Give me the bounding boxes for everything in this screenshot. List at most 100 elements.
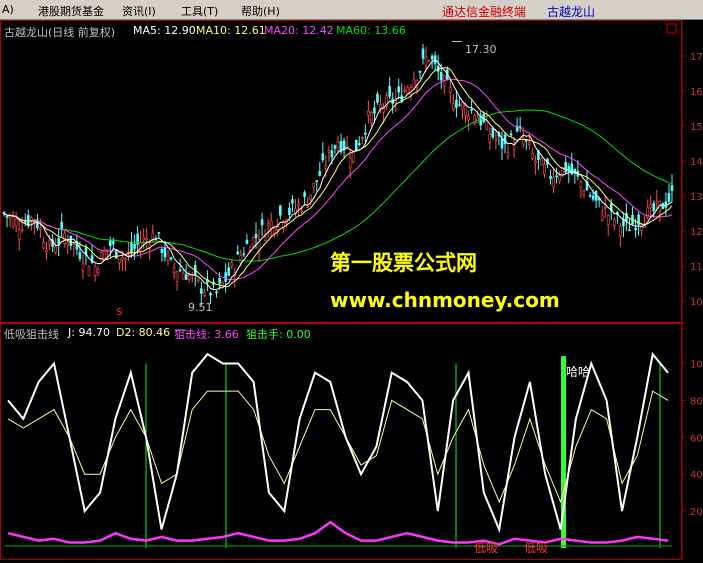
- candle-body: [118, 258, 121, 264]
- candle-body: [215, 291, 218, 294]
- menu-item-a[interactable]: A): [2, 3, 14, 16]
- candle-body: [491, 127, 495, 138]
- candle-body: [124, 258, 127, 261]
- candle-body: [619, 225, 622, 237]
- candle-body: [218, 277, 221, 284]
- candle-body: [236, 251, 240, 255]
- candle-body: [45, 249, 48, 253]
- menu-bar: A) 港股期货基金 资讯(I) 工具(T) 帮助(H) 通达信金融终端 古越龙山: [0, 0, 703, 20]
- candle-body: [449, 87, 452, 93]
- candle-body: [424, 57, 428, 66]
- candle-body: [509, 133, 513, 136]
- candle-body: [452, 103, 455, 111]
- candle-body: [23, 221, 27, 223]
- ind-tick-label: 20: [690, 507, 703, 518]
- candle-body: [291, 199, 294, 204]
- candle-body: [591, 195, 595, 200]
- watermark-title: 第一股票公式网: [330, 251, 477, 275]
- candle-body: [300, 210, 303, 212]
- candle-body: [108, 240, 112, 247]
- indicator-title: 低吸狙击线: [4, 328, 59, 341]
- menu-item-help[interactable]: 帮助(H): [241, 3, 280, 19]
- candle-body: [254, 233, 258, 239]
- candle-body: [330, 150, 334, 158]
- candle-body: [357, 143, 361, 146]
- restore-icon[interactable]: [666, 23, 677, 34]
- candle-body: [640, 224, 643, 231]
- candle-body: [421, 48, 425, 59]
- candle-body: [606, 215, 610, 225]
- candle-body: [181, 272, 185, 280]
- candle-body: [613, 219, 616, 226]
- candle-body: [370, 112, 373, 124]
- candle-body: [20, 228, 24, 231]
- ind-tick-label: 60: [690, 433, 703, 444]
- candle-body: [230, 262, 234, 267]
- candle-body: [5, 216, 9, 218]
- candle-body: [163, 247, 167, 258]
- candle-body: [102, 250, 106, 261]
- price-tick-label: 13: [690, 192, 703, 203]
- candle-body: [427, 60, 431, 62]
- ind-tick-label: 100: [690, 359, 703, 370]
- snipe-line: [7, 520, 669, 546]
- candle-body: [582, 190, 586, 195]
- candle-body: [521, 137, 525, 145]
- candle-body: [221, 281, 224, 286]
- candle-body: [464, 104, 467, 116]
- candle-body: [87, 265, 91, 277]
- menu-item-info[interactable]: 资讯(I): [122, 3, 156, 19]
- candle-body: [403, 89, 407, 92]
- ma5-label: MA5: 12.90: [133, 24, 196, 37]
- candle-body: [8, 215, 12, 219]
- candle-body: [142, 237, 145, 241]
- candle-body: [197, 278, 200, 282]
- candle-body: [376, 93, 379, 103]
- candle-body: [634, 227, 637, 231]
- candle-body: [303, 192, 306, 197]
- candle-body: [14, 218, 18, 227]
- candle-body: [263, 236, 267, 241]
- candle-body: [527, 142, 531, 145]
- candle-body: [655, 201, 659, 204]
- candle-body: [200, 288, 203, 294]
- ma60-label: MA60: 13.66: [336, 24, 406, 37]
- price-tick-label: 15: [690, 122, 703, 133]
- candle-body: [588, 194, 592, 197]
- candle-body: [625, 212, 628, 222]
- candle-body: [54, 246, 57, 253]
- snipe-line-label: 狙击线: 3.66: [174, 328, 239, 341]
- price-tick-label: 12: [690, 227, 703, 238]
- candle-body: [169, 257, 173, 260]
- sell-signal-marker: S: [116, 307, 123, 318]
- candle-body: [503, 134, 507, 145]
- candle-body: [439, 72, 443, 81]
- menu-item-futures[interactable]: 港股期货基金: [38, 3, 104, 19]
- candle-body: [266, 222, 270, 227]
- candle-body: [78, 252, 82, 259]
- candle-body: [260, 219, 264, 226]
- candle-body: [467, 115, 470, 121]
- candle-body: [412, 79, 416, 89]
- candle-body: [455, 99, 458, 108]
- annotation-dixi-2: 低吸: [524, 541, 549, 555]
- ma60-line: [3, 109, 673, 262]
- candle-body: [500, 138, 504, 149]
- price-title: 古越龙山(日线 前复权): [4, 26, 116, 39]
- candle-body: [430, 55, 434, 60]
- candle-body: [130, 242, 133, 254]
- candle-body: [512, 144, 516, 150]
- menu-item-tools[interactable]: 工具(T): [181, 3, 218, 19]
- candle-body: [552, 177, 555, 188]
- candle-body: [406, 87, 410, 94]
- price-tick-label: 16: [690, 87, 703, 98]
- candle-body: [364, 132, 367, 135]
- candle-body: [242, 253, 246, 256]
- low-marker: 9.51: [188, 301, 213, 314]
- candle-body: [555, 175, 558, 178]
- candle-body: [321, 153, 325, 161]
- candle-body: [661, 203, 665, 210]
- candle-body: [121, 256, 124, 261]
- candle-body: [461, 102, 464, 110]
- candle-body: [39, 227, 42, 231]
